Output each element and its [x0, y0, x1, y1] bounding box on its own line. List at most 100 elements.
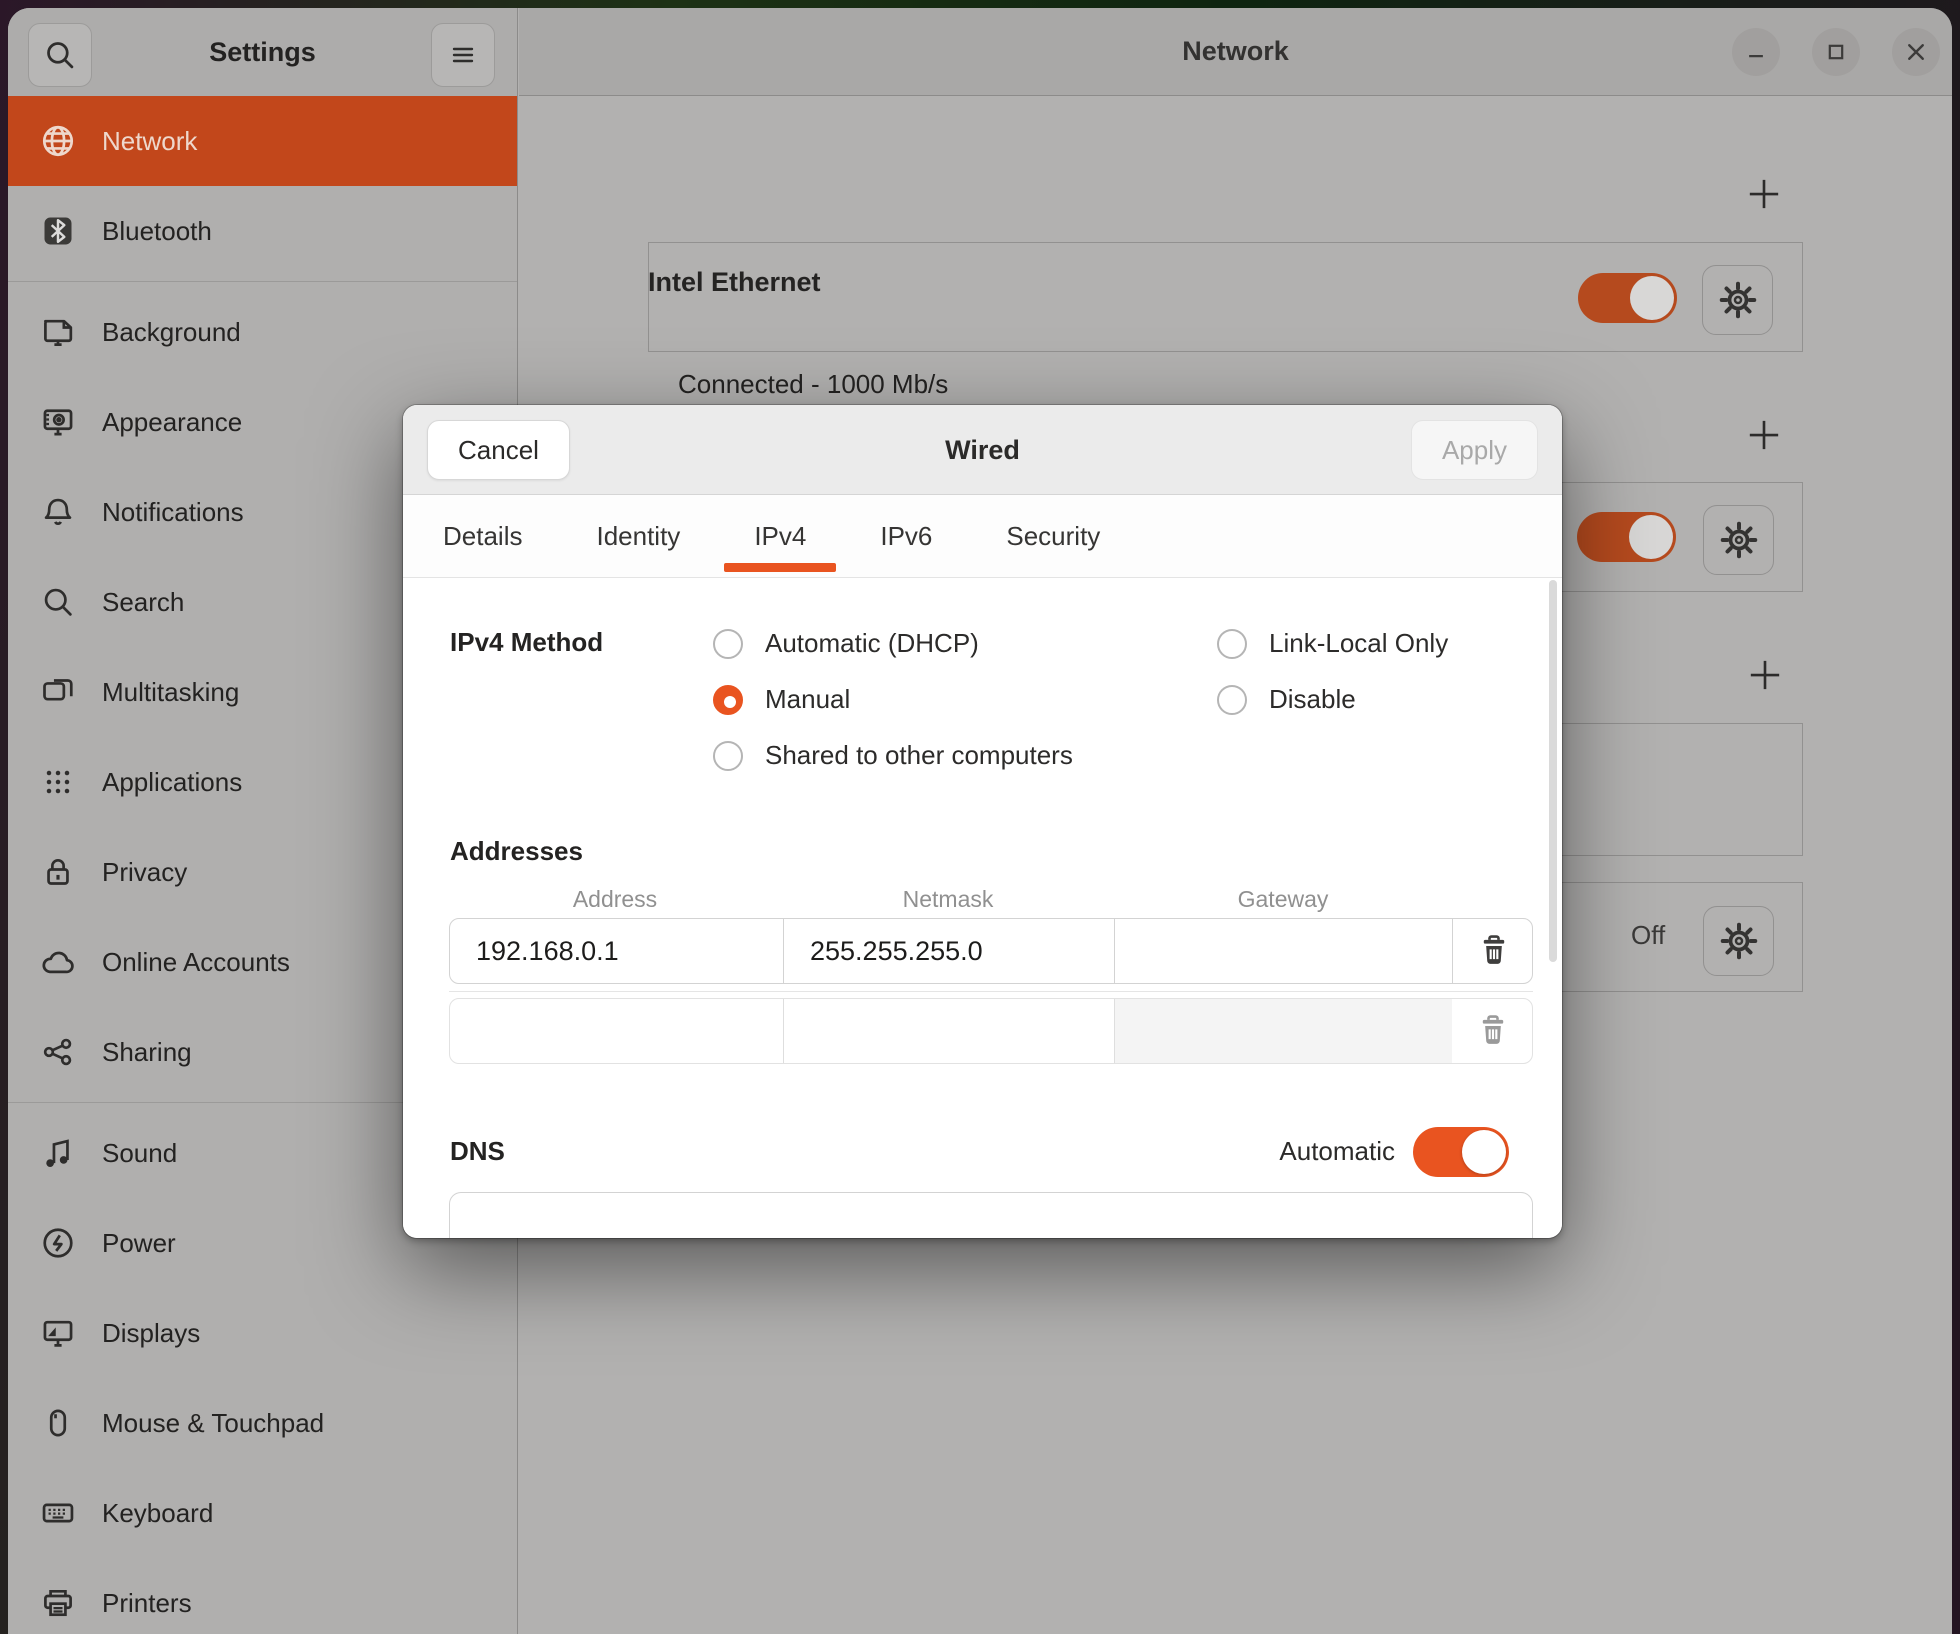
connection-toggle-2[interactable] — [1577, 512, 1676, 562]
gateway-input[interactable] — [1115, 919, 1452, 983]
connection-settings-button[interactable] — [1702, 265, 1773, 335]
sidebar-item-label: Online Accounts — [102, 947, 290, 978]
sidebar-item-mouse-touchpad[interactable]: Mouse & Touchpad — [8, 1378, 517, 1468]
minimize-button[interactable] — [1732, 28, 1780, 76]
tab-ipv6[interactable]: IPv6 — [880, 495, 932, 577]
netmask-cell — [783, 919, 1114, 983]
cloud-icon — [40, 944, 76, 980]
plus-icon — [1743, 414, 1785, 456]
printer-icon — [40, 1585, 76, 1621]
gear-icon — [1718, 280, 1758, 320]
delete-address-button-2[interactable] — [1452, 999, 1533, 1063]
radio-shared[interactable]: Shared to other computers — [713, 740, 1073, 771]
dialog-headerbar: Wired Cancel Apply — [403, 405, 1562, 495]
add-profile-button[interactable] — [1742, 172, 1786, 216]
address-input-2[interactable] — [450, 999, 783, 1063]
add-profile-button-2[interactable] — [1742, 413, 1786, 457]
dialog-title: Wired — [403, 405, 1562, 495]
tab-identity[interactable]: Identity — [596, 495, 680, 577]
plus-icon — [1744, 654, 1786, 696]
sidebar-item-label: Displays — [102, 1318, 200, 1349]
dialog-scrollbar[interactable] — [1549, 580, 1557, 962]
maximize-icon — [1825, 41, 1847, 63]
add-vpn-button[interactable] — [1743, 653, 1787, 697]
hamburger-icon — [447, 39, 479, 71]
netmask-input-2[interactable] — [784, 999, 1114, 1063]
radio-circle-checked[interactable] — [713, 685, 743, 715]
windows-icon — [40, 674, 76, 710]
sidebar-item-label: Bluetooth — [102, 216, 212, 247]
address-cell — [450, 919, 783, 983]
connection-toggle[interactable] — [1578, 273, 1677, 323]
sidebar-item-label: Power — [102, 1228, 176, 1259]
delete-address-button[interactable] — [1452, 919, 1533, 983]
radio-link-local[interactable]: Link-Local Only — [1217, 628, 1448, 659]
address-input[interactable] — [450, 919, 783, 983]
gateway-cell — [1114, 999, 1452, 1063]
sidebar-item-label: Multitasking — [102, 677, 239, 708]
apply-button[interactable]: Apply — [1411, 420, 1538, 480]
radio-circle[interactable] — [713, 741, 743, 771]
page-title: Network — [1182, 36, 1289, 67]
address-row-1 — [449, 918, 1533, 984]
radio-manual[interactable]: Manual — [713, 684, 850, 715]
sidebar-item-label: Notifications — [102, 497, 244, 528]
power-icon — [40, 1225, 76, 1261]
sidebar-item-label: Keyboard — [102, 1498, 213, 1529]
dns-label: DNS — [450, 1136, 505, 1167]
mouse-icon — [40, 1405, 76, 1441]
toggle-knob — [1630, 276, 1674, 320]
close-button[interactable] — [1892, 28, 1940, 76]
ipv4-page: IPv4 Method Automatic (DHCP) Manual Shar… — [403, 578, 1562, 1238]
sidebar-item-label: Privacy — [102, 857, 187, 888]
sidebar-item-label: Background — [102, 317, 241, 348]
radio-automatic-dhcp[interactable]: Automatic (DHCP) — [713, 628, 979, 659]
column-header-netmask: Netmask — [903, 886, 994, 913]
keyboard-icon — [40, 1495, 76, 1531]
sidebar-item-label: Sharing — [102, 1037, 192, 1068]
connection-status: Connected - 1000 Mb/s — [678, 369, 948, 400]
radio-circle[interactable] — [1217, 685, 1247, 715]
sidebar-item-label: Search — [102, 587, 184, 618]
sidebar-item-background[interactable]: Background — [8, 287, 517, 377]
primary-menu-button[interactable] — [431, 23, 495, 87]
window-controls — [1732, 28, 1940, 76]
sidebar-item-network[interactable]: Network — [8, 96, 517, 186]
radio-disable[interactable]: Disable — [1217, 684, 1356, 715]
dialog-tabs: Details Identity IPv4 IPv6 Security — [403, 495, 1562, 578]
sidebar-item-printers[interactable]: Printers — [8, 1558, 517, 1634]
dns-servers-input[interactable] — [449, 1192, 1533, 1238]
dns-automatic-toggle[interactable] — [1413, 1127, 1509, 1177]
sidebar-item-keyboard[interactable]: Keyboard — [8, 1468, 517, 1558]
note-icon — [40, 1135, 76, 1171]
tab-ipv4[interactable]: IPv4 — [754, 495, 806, 577]
wired-dialog: Wired Cancel Apply Details Identity IPv4… — [403, 405, 1562, 1238]
display-icon — [40, 1315, 76, 1351]
magnifier-icon — [40, 584, 76, 620]
column-header-address: Address — [573, 886, 657, 913]
radio-circle[interactable] — [1217, 629, 1247, 659]
tab-details[interactable]: Details — [443, 495, 522, 577]
sidebar-item-bluetooth[interactable]: Bluetooth — [8, 186, 517, 276]
cancel-button[interactable]: Cancel — [427, 420, 570, 480]
sidebar-item-label: Sound — [102, 1138, 177, 1169]
proxy-settings-button[interactable] — [1703, 906, 1774, 976]
radio-circle[interactable] — [713, 629, 743, 659]
background-icon — [40, 314, 76, 350]
trash-icon — [1475, 932, 1513, 970]
gear-icon — [1719, 520, 1759, 560]
netmask-input[interactable] — [784, 919, 1114, 983]
gateway-input-2[interactable] — [1115, 999, 1452, 1063]
plus-icon — [1743, 173, 1785, 215]
netmask-cell — [783, 999, 1114, 1063]
column-header-gateway: Gateway — [1238, 886, 1329, 913]
address-cell — [450, 999, 783, 1063]
tab-security[interactable]: Security — [1006, 495, 1100, 577]
trash-icon — [1474, 1012, 1512, 1050]
connection-settings-button-2[interactable] — [1703, 505, 1774, 575]
maximize-button[interactable] — [1812, 28, 1860, 76]
settings-window: Settings Network — [8, 8, 1952, 1634]
address-row-2 — [449, 998, 1533, 1064]
sidebar-item-label: Mouse & Touchpad — [102, 1408, 324, 1439]
sidebar-item-displays[interactable]: Displays — [8, 1288, 517, 1378]
